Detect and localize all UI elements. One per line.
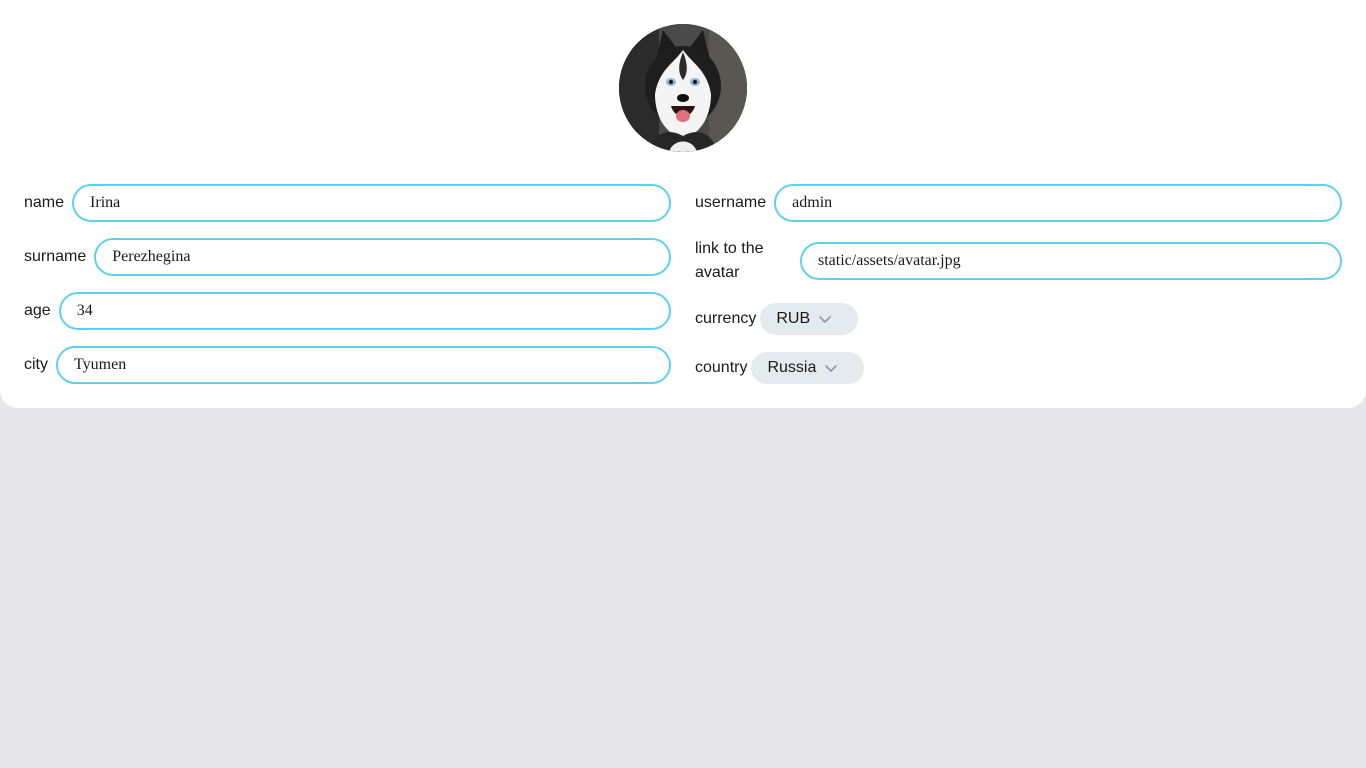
avatar-link-label: link to the avatar (695, 240, 764, 281)
surname-label: surname (24, 248, 87, 265)
surname-field: surname (24, 238, 671, 276)
chevron-down-icon (818, 312, 832, 326)
husky-avatar-image (619, 24, 747, 152)
name-label: name (24, 194, 65, 211)
age-label: age (24, 302, 51, 319)
age-input[interactable] (58, 292, 671, 330)
country-label: country (695, 359, 748, 376)
avatar-link-field: link to the avatar (695, 237, 1342, 285)
username-field: username (695, 184, 1342, 222)
name-field: name (24, 184, 671, 222)
currency-field: currency RUB (695, 303, 859, 335)
name-input[interactable] (72, 184, 671, 222)
country-value: Russia (767, 359, 817, 376)
currency-value: RUB (776, 310, 811, 327)
currency-label: currency (695, 310, 757, 327)
country-field: country Russia (695, 352, 865, 384)
profile-card: name surname age city username link to t… (0, 0, 1366, 408)
chevron-down-icon (824, 361, 838, 375)
avatar-link-input[interactable] (800, 242, 1342, 280)
age-field: age (24, 292, 671, 330)
city-field: city (24, 346, 671, 384)
city-input[interactable] (56, 346, 671, 384)
avatar (619, 24, 747, 152)
username-label: username (695, 194, 767, 211)
surname-input[interactable] (94, 238, 671, 276)
country-select[interactable]: Russia (751, 352, 865, 384)
currency-select[interactable]: RUB (760, 303, 859, 335)
city-label: city (24, 356, 48, 373)
username-input[interactable] (774, 184, 1342, 222)
